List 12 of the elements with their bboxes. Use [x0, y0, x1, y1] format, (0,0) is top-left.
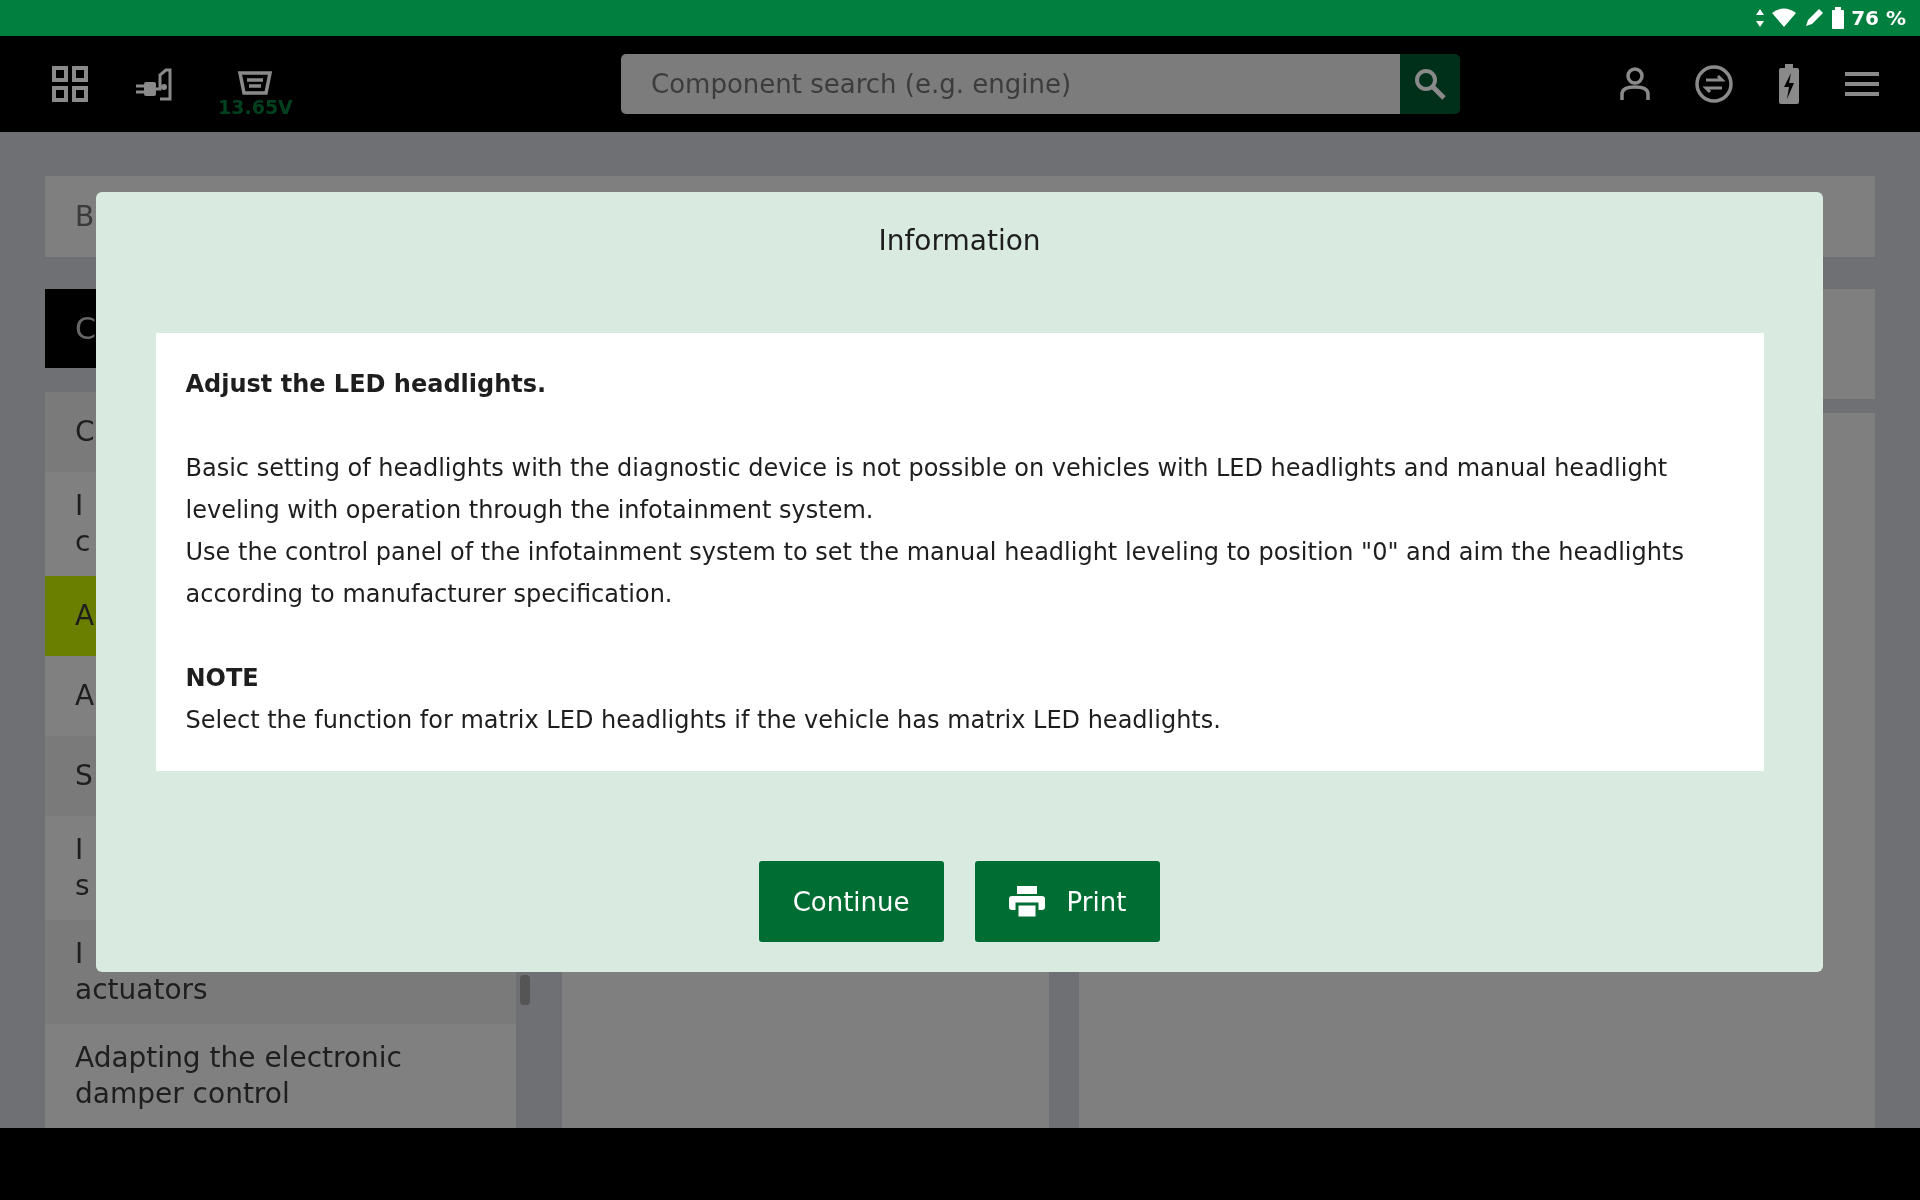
note-text: Select the function for matrix LED headlights if the vehicle has matrix LED headlights.: [185, 705, 1222, 736]
message-heading: Adjust the LED headlights.: [185, 369, 548, 400]
battery-percentage: 76 %: [1851, 6, 1906, 30]
continue-button[interactable]: Continue: [758, 861, 944, 942]
search-field[interactable]: Component search (e.g. engine): [621, 54, 1400, 114]
note-label: NOTE: [185, 663, 260, 694]
message-paragraph: Basic setting of headlights with the diagnostic device is not possible on vehicles with LED headlights and manual headlight leveling with operation through the infotainment system.: [185, 453, 1669, 526]
message-paragraph: Use the control panel of the infotainment system to set the manual headlight leveling to position "0" and aim the headlights according to manufacturer specification.: [185, 537, 1685, 610]
voltage-reading: 13.65V: [218, 96, 293, 118]
dialog-title: Information: [878, 224, 1041, 259]
list-item[interactable]: Adapting the electronic damper control: [45, 1024, 516, 1128]
print-button[interactable]: Print: [974, 861, 1161, 942]
